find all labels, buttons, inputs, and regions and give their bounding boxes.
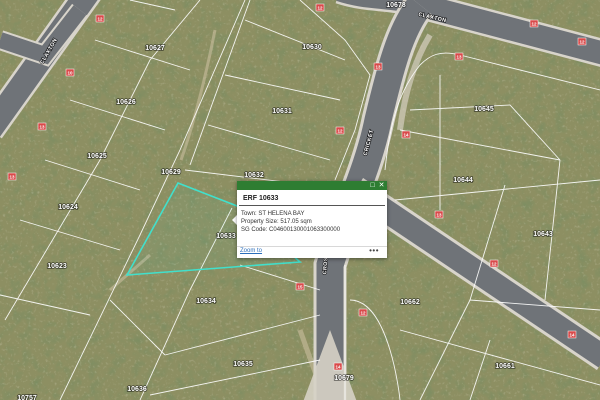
badge-label: 12 (531, 22, 537, 27)
lot-label: 10662 (400, 299, 420, 306)
town-label: Town: (241, 211, 257, 217)
popup-body: Town: ST HELENA BAY Property Size: 517.0… (237, 206, 387, 234)
parcel-popup: □ ✕ ERF 10633 Town: ST HELENA BAY Proper… (237, 181, 387, 258)
popup-footer: Zoom to ••• (237, 246, 387, 258)
lot-label: 10633 (216, 233, 236, 240)
lot-label: 10630 (302, 44, 322, 51)
lot-label: 10627 (145, 45, 165, 52)
badge-label: 13 (375, 65, 381, 70)
lot-label: 10634 (196, 298, 216, 305)
lot-label: 10636 (127, 386, 147, 393)
sg-label: SG Code: (241, 227, 268, 233)
badge-label: 12 (491, 262, 497, 267)
lot-label: 10678 (386, 2, 406, 9)
lot-label: 10631 (272, 108, 292, 115)
sg-row: SG Code: C04600130001063300000 (241, 226, 383, 234)
popup-title: ERF 10633 (239, 190, 385, 206)
size-value: 517.05 sqm (280, 219, 312, 225)
badge-label: 12 (317, 6, 323, 11)
lot-label: 10644 (453, 177, 473, 184)
badge-label: 13 (9, 175, 15, 180)
lot-label: 10629 (161, 169, 181, 176)
town-row: Town: ST HELENA BAY (241, 210, 383, 218)
badge-label: 12 (579, 40, 585, 45)
town-value: ST HELENA BAY (258, 211, 305, 217)
lot-label: 10645 (474, 106, 494, 113)
lot-label: 10661 (495, 363, 515, 370)
sg-value: C04600130001063300000 (269, 227, 341, 233)
close-icon[interactable]: ✕ (377, 181, 386, 190)
badge-label: 13 (39, 125, 45, 130)
lot-label: 10757 (17, 395, 37, 400)
badge-label: 13 (436, 213, 442, 218)
badge-label: 15 (297, 285, 303, 290)
lot-label: 10626 (116, 99, 136, 106)
size-label: Property Size: (241, 219, 279, 225)
lot-label: 10623 (47, 263, 67, 270)
more-options-icon[interactable]: ••• (369, 246, 379, 255)
popup-header: □ ✕ (237, 181, 387, 190)
badge-label: 12 (97, 17, 103, 22)
lot-label: 10635 (233, 361, 253, 368)
minimize-icon[interactable]: □ (368, 181, 377, 190)
badge-label: 14 (403, 133, 409, 138)
lot-label: 10632 (244, 172, 264, 179)
size-row: Property Size: 517.05 sqm (241, 218, 383, 226)
badge-label: 12 (337, 129, 343, 134)
zoom-to-link[interactable]: Zoom to (240, 248, 262, 254)
badge-label: 14 (335, 365, 341, 370)
lot-label: 10643 (533, 231, 553, 238)
badge-label: 12 (360, 311, 366, 316)
lot-label: 10679 (334, 375, 354, 382)
badge-label: 13 (456, 55, 462, 60)
lot-label: 10624 (58, 204, 78, 211)
lot-label: 10625 (87, 153, 107, 160)
badge-label: 10 (67, 71, 73, 76)
badge-label: 14 (569, 333, 575, 338)
